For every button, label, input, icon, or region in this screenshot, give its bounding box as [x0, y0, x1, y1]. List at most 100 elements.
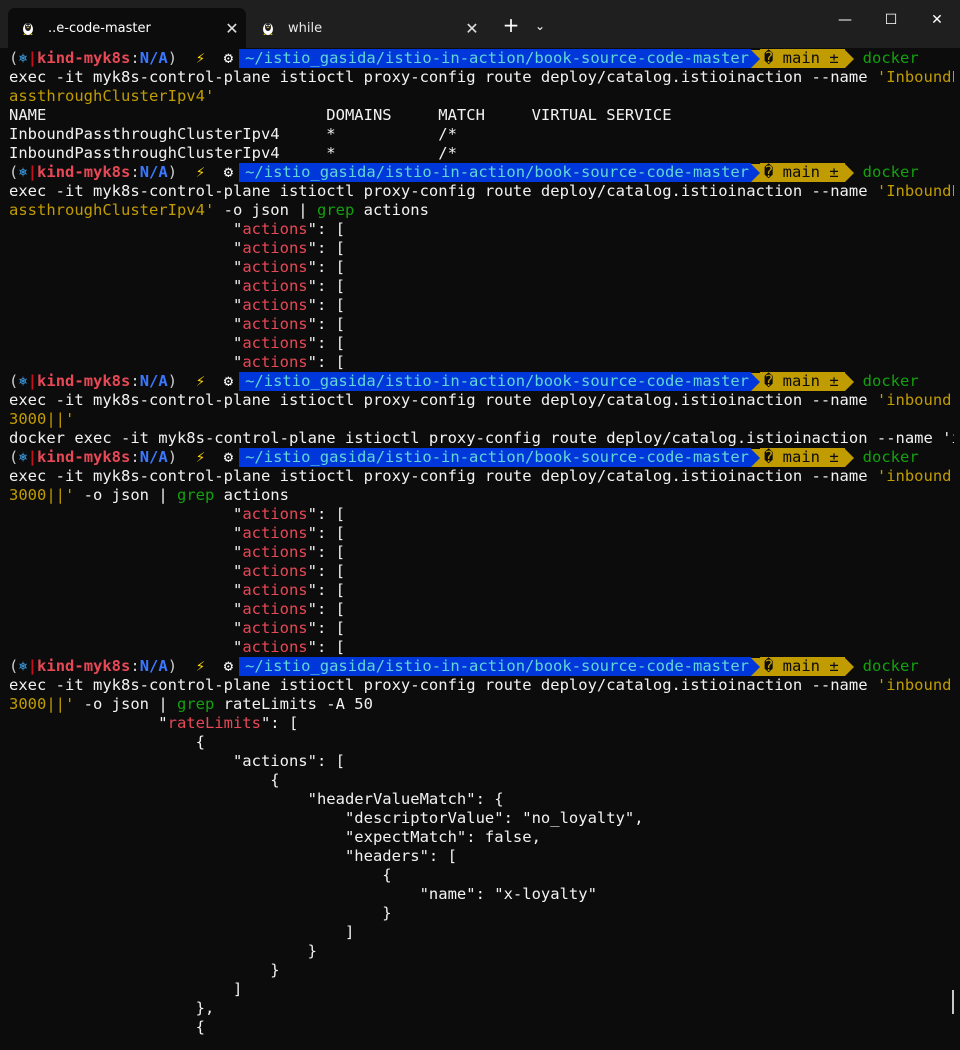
tab-close-button[interactable]: ✕ [458, 19, 486, 38]
json-key: actions [242, 315, 308, 333]
chevron-down-icon[interactable]: ⌄ [528, 13, 552, 39]
command-line: 3000||' [9, 410, 954, 429]
prompt-paren: ( [9, 49, 19, 67]
command-text: exec -it myk8s-control-plane istioctl pr… [9, 68, 877, 86]
bolt-icon: ⚡ [195, 163, 206, 181]
command-name: docker [862, 657, 919, 675]
json-line: { [9, 771, 280, 789]
command-line: exec -it myk8s-control-plane istioctl pr… [9, 182, 954, 201]
prompt-bar: | [27, 448, 38, 466]
prompt-bar: | [27, 49, 38, 67]
scrollbar[interactable] [952, 990, 954, 1014]
prompt-colon: : [130, 372, 140, 390]
json-line: "name": "x-loyalty" [9, 885, 597, 903]
command-line: 3000||' -o json | grep rateLimits -A 50 [9, 695, 954, 714]
json-key: actions [242, 638, 308, 656]
command-string: 3000||' [9, 695, 75, 713]
json-line: } [9, 961, 280, 979]
shell-prompt: (⎈ | kind-myk8s: N/A) ⚡ ⚙ ~/istio_gasida/ist… [9, 49, 954, 68]
command-line: exec -it myk8s-control-plane istioctl pr… [9, 391, 954, 410]
prompt-paren: ) [167, 657, 178, 675]
tab-title: ..e-code-master [48, 20, 151, 36]
command-name: docker [862, 448, 919, 466]
prompt-path: ~/istio_gasida/istio-in-action/book-sour… [239, 657, 751, 676]
terminal-output[interactable]: (⎈ | kind-myk8s: N/A) ⚡ ⚙ ~/istio_gasida/ist… [9, 49, 954, 1049]
powerline-separator [844, 448, 854, 467]
prompt-paren: ( [9, 657, 19, 675]
json-line: "actions": [ [232, 277, 345, 295]
prompt-paren: ) [167, 163, 178, 181]
command-string: 3000||' [9, 486, 75, 504]
tab-inactive[interactable]: while ✕ [248, 8, 486, 48]
json-line: { [9, 1018, 205, 1036]
kube-context: kind-myk8s [37, 372, 131, 390]
command-name: docker [862, 49, 919, 67]
gear-icon: ⚙ [223, 163, 234, 181]
command-string: assthroughClusterIpv4' [9, 201, 215, 219]
json-key: actions [242, 334, 308, 352]
kube-context: kind-myk8s [37, 448, 131, 466]
json-line: "actions": [ [232, 315, 345, 333]
prompt-colon: : [130, 448, 140, 466]
prompt-bar: | [27, 372, 38, 390]
grep-command: grep [176, 695, 215, 713]
json-key: actions [242, 296, 308, 314]
json-key: actions [242, 619, 308, 637]
kubernetes-icon: ⎈ [18, 657, 28, 675]
minimize-button[interactable]: — [822, 0, 868, 40]
title-bar: ..e-code-master ✕ while ✕ + ⌄ — ☐ ✕ [0, 0, 960, 48]
json-line: "expectMatch": false, [9, 828, 541, 846]
json-key: actions [242, 543, 308, 561]
table-row: InboundPassthroughClusterIpv4 * /* [9, 125, 457, 143]
json-line: "actions": [ [232, 543, 345, 561]
prompt-paren: ( [9, 372, 19, 390]
tab-active[interactable]: ..e-code-master ✕ [8, 8, 246, 48]
prompt-paren: ) [167, 372, 178, 390]
prompt-bar: | [27, 163, 38, 181]
prompt-path: ~/istio_gasida/istio-in-action/book-sour… [239, 49, 751, 68]
json-line: { [9, 866, 392, 884]
json-line: "actions": [ [232, 600, 345, 618]
json-line: ] [9, 980, 243, 998]
command-text: -o json | [214, 201, 317, 219]
bolt-icon: ⚡ [195, 372, 206, 390]
json-key: actions [242, 581, 308, 599]
git-branch: � main ± [760, 448, 845, 467]
json-key: actions [242, 353, 308, 371]
prompt-paren: ) [167, 49, 178, 67]
shell-prompt: (⎈ | kind-myk8s: N/A) ⚡ ⚙ ~/istio_gasida/ist… [9, 657, 954, 676]
json-line: "headers": [ [9, 847, 457, 865]
kubernetes-icon: ⎈ [18, 448, 28, 466]
kubernetes-icon: ⎈ [18, 49, 28, 67]
command-text: exec -it myk8s-control-plane istioctl pr… [9, 182, 877, 200]
prompt-bar: | [27, 657, 38, 675]
json-key: actions [242, 600, 308, 618]
json-line: { [9, 733, 205, 751]
command-text: exec -it myk8s-control-plane istioctl pr… [9, 391, 877, 409]
command-text: -o json | [74, 486, 177, 504]
json-line: } [9, 942, 317, 960]
powerline-separator [751, 657, 760, 676]
command-string: 'InboundP [876, 68, 954, 86]
command-string: 'inbound| [876, 391, 954, 409]
powerline-separator [751, 372, 760, 391]
command-text: -o json | [74, 695, 177, 713]
git-branch: � main ± [760, 163, 845, 182]
new-tab-button[interactable]: + [498, 13, 524, 39]
kubernetes-icon: ⎈ [18, 372, 28, 390]
tab-close-button[interactable]: ✕ [218, 19, 246, 38]
linux-icon [23, 23, 33, 35]
bolt-icon: ⚡ [195, 49, 206, 67]
gear-icon: ⚙ [223, 657, 234, 675]
prompt-path: ~/istio_gasida/istio-in-action/book-sour… [239, 448, 751, 467]
kube-context: kind-myk8s [37, 657, 131, 675]
powerline-separator [751, 448, 760, 467]
json-key: actions [242, 277, 308, 295]
powerline-separator [844, 657, 854, 676]
command-string: 3000||' [9, 410, 75, 428]
json-line: } [9, 904, 392, 922]
close-window-button[interactable]: ✕ [914, 0, 960, 40]
bolt-icon: ⚡ [195, 657, 206, 675]
maximize-button[interactable]: ☐ [868, 0, 914, 40]
command-text: exec -it myk8s-control-plane istioctl pr… [9, 676, 877, 694]
